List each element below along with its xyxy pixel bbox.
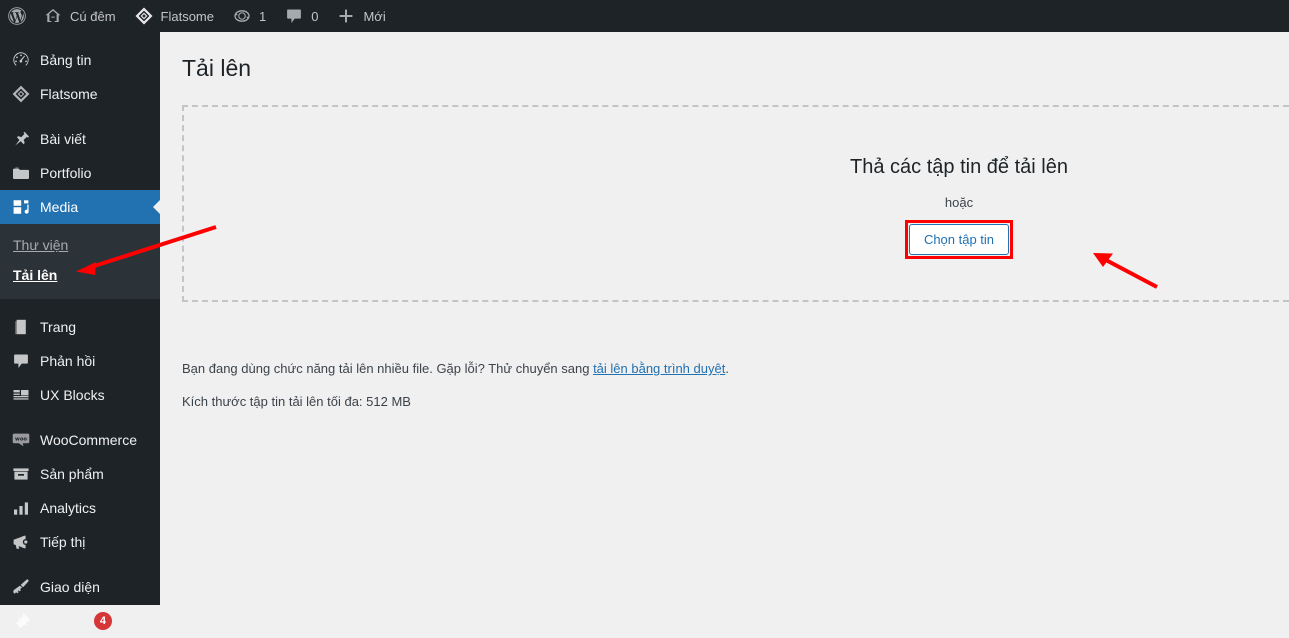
sidebar-item-giao-dien[interactable]: Giao diện	[0, 570, 160, 604]
media-icon	[11, 197, 31, 217]
new-content-menu-item[interactable]: Mới	[327, 0, 394, 32]
sidebar-item-label: Trang	[40, 319, 77, 336]
flatsome-label: Flatsome	[160, 8, 214, 24]
wordpress-icon	[7, 6, 27, 26]
woocommerce-icon: woo	[11, 430, 31, 450]
multifile-note: Bạn đang dùng chức năng tải lên nhiều fi…	[182, 359, 729, 379]
comment-icon	[284, 6, 304, 26]
site-name-label: Cú đêm	[70, 8, 116, 24]
admin-bar: Cú đêm Flatsome 1 0 Mới	[0, 0, 1289, 32]
upload-dropzone[interactable]: Thả các tập tin để tải lên hoặc Chọn tập…	[182, 105, 1289, 302]
flatsome-icon	[11, 84, 31, 104]
sidebar-item-woocommerce[interactable]: woo WooCommerce	[0, 423, 160, 457]
analytics-icon	[11, 498, 31, 518]
comment-icon	[11, 351, 31, 371]
menu-separator-1	[0, 111, 160, 122]
plugin-update-badge: 4	[93, 612, 112, 631]
sidebar-item-label: UX Blocks	[40, 387, 105, 404]
sidebar-item-ux-blocks[interactable]: UX Blocks	[0, 378, 160, 412]
sidebar-item-label: Analytics	[40, 500, 97, 517]
sidebar-item-trang[interactable]: Trang	[0, 310, 160, 344]
sidebar-item-san-pham[interactable]: Sản phẩm	[0, 457, 160, 491]
home-icon	[43, 6, 63, 26]
sidebar-item-label: Flatsome	[40, 86, 98, 102]
site-name-menu-item[interactable]: Cú đêm	[34, 0, 125, 32]
appearance-icon	[11, 577, 31, 597]
dropzone-inner: Thả các tập tin để tải lên hoặc Chọn tập…	[749, 153, 1169, 259]
sidebar-item-label: Tiếp thị	[40, 534, 86, 551]
blocks-icon	[11, 385, 31, 405]
sidebar-item-flatsome[interactable]: Flatsome	[0, 77, 160, 111]
sidebar-item-portfolio[interactable]: Portfolio	[0, 156, 160, 190]
dashboard-icon	[11, 50, 31, 70]
main-content-area: Tải lên Thả các tập tin để tải lên hoặc …	[160, 32, 1289, 605]
sidebar-item-label: WooCommerce	[40, 432, 137, 449]
plugins-icon	[11, 611, 31, 631]
sidebar-item-analytics[interactable]: Analytics	[0, 491, 160, 525]
sidebar-item-label: Plugin	[40, 613, 79, 630]
wp-logo-menu-item[interactable]	[0, 0, 34, 32]
comments-count: 0	[311, 8, 319, 24]
submenu-item-thu-vien[interactable]: Thư viện	[0, 230, 160, 260]
page-icon	[11, 317, 31, 337]
choose-file-highlight-box: Chọn tập tin	[904, 220, 1014, 259]
sidebar-item-label: Media	[40, 199, 79, 215]
sidebar-item-bai-viet[interactable]: Bài viết	[0, 122, 160, 156]
dropzone-or-label: hoặc	[944, 195, 974, 210]
portfolio-icon	[11, 163, 31, 183]
sidebar-item-plugin[interactable]: Plugin 4	[0, 604, 160, 638]
sidebar-item-media[interactable]: Media	[0, 190, 161, 224]
updates-menu-item[interactable]: 1	[223, 0, 275, 32]
multifile-note-suffix: .	[725, 361, 729, 376]
media-submenu: Thư viện Tải lên	[0, 224, 160, 300]
multifile-note-prefix: Bạn đang dùng chức năng tải lên nhiều fi…	[182, 361, 594, 376]
menu-spacer-top	[0, 32, 160, 43]
sidebar-item-label: Phản hồi	[40, 353, 96, 370]
admin-sidebar-menu: Bảng tin Flatsome Bài viết Portfolio Med…	[0, 32, 161, 631]
products-icon	[11, 464, 31, 484]
plus-icon	[336, 6, 356, 26]
sidebar-item-label: Portfolio	[40, 165, 92, 181]
comments-menu-item[interactable]: 0	[275, 0, 327, 32]
sidebar-item-phan-hoi[interactable]: Phản hồi	[0, 344, 160, 378]
browser-uploader-link[interactable]: tải lên bằng trình duyệt	[593, 361, 725, 376]
sidebar-item-tiep-thi[interactable]: Tiếp thị	[0, 525, 160, 559]
updates-count: 1	[259, 8, 267, 24]
menu-separator-2	[0, 299, 160, 310]
sidebar-item-label: Sản phẩm	[40, 466, 104, 483]
flatsome-icon	[134, 6, 154, 26]
marketing-icon	[11, 532, 31, 552]
flatsome-menu-item[interactable]: Flatsome	[125, 0, 223, 32]
submenu-item-tai-len[interactable]: Tải lên	[0, 260, 160, 290]
new-content-label: Mới	[363, 8, 386, 24]
sidebar-item-label: Bài viết	[40, 131, 86, 147]
pin-icon	[11, 129, 31, 149]
svg-text:woo: woo	[15, 437, 27, 443]
sidebar-item-label: Bảng tin	[40, 52, 92, 68]
max-upload-size-note: Kích thước tập tin tải lên tối đa: 512 M…	[182, 394, 411, 409]
sidebar-item-bang-tin[interactable]: Bảng tin	[0, 43, 160, 77]
choose-file-button[interactable]: Chọn tập tin	[908, 224, 1010, 255]
update-icon	[232, 6, 252, 26]
dropzone-heading: Thả các tập tin để tải lên	[850, 156, 1068, 178]
menu-separator-4	[0, 559, 160, 570]
page-title: Tải lên	[182, 55, 252, 81]
menu-separator-3	[0, 412, 160, 423]
sidebar-item-label: Giao diện	[40, 579, 100, 596]
